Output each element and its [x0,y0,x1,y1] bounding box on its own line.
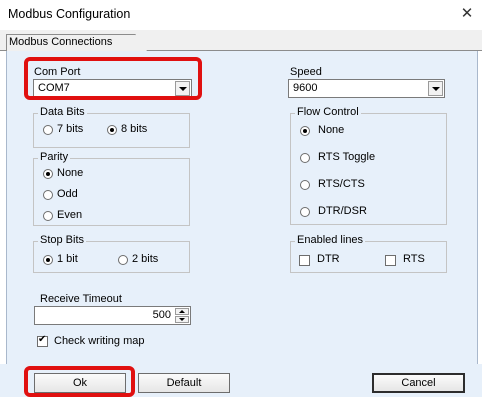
flow-rts-toggle-label: RTS Toggle [318,151,376,163]
flow-dtr-dsr-label: DTR/DSR [318,205,367,217]
flow-rts-toggle-radio[interactable] [300,153,310,163]
stop-bits-title: Stop Bits [38,234,87,246]
data-bits-8-label: 8 bits [121,123,148,135]
default-button[interactable]: Default [138,373,230,393]
check-writing-map-checkbox[interactable] [37,334,48,347]
flow-none-radio[interactable] [300,126,310,136]
window-title: Modbus Configuration [8,7,131,21]
close-icon[interactable]: ✕ [458,5,476,23]
speed-label: Speed [290,66,322,78]
receive-timeout-label: Receive Timeout [40,293,122,305]
data-bits-8-radio[interactable] [107,125,117,135]
receive-timeout-value: 500 [152,309,171,321]
enabled-lines-title: Enabled lines [295,234,366,246]
flow-rts-cts-label: RTS/CTS [318,178,365,190]
flow-none-label: None [318,124,345,136]
spin-down-icon[interactable] [175,316,189,323]
rts-label: RTS [403,253,425,265]
rts-checkbox[interactable] [385,255,396,266]
parity-none-label: None [57,167,84,179]
stop-bits-2-label: 2 bits [132,253,159,265]
spin-up-icon[interactable] [175,308,189,315]
flow-dtr-dsr-radio[interactable] [300,207,310,217]
speed-value: 9600 [293,82,318,94]
com-port-highlight [24,57,202,100]
stop-bits-1-radio[interactable] [43,255,53,265]
parity-odd-label: Odd [57,188,78,200]
flow-control-group [290,113,447,225]
flow-rts-cts-radio[interactable] [300,180,310,190]
parity-odd-radio[interactable] [43,190,53,200]
parity-even-radio[interactable] [43,211,53,221]
ok-button-highlight [24,366,135,397]
parity-even-label: Even [57,209,83,221]
parity-title: Parity [38,151,71,163]
data-bits-7-label: 7 bits [57,123,84,135]
check-writing-map-label: Check writing map [54,335,145,347]
stop-bits-1-label: 1 bit [57,253,78,265]
data-bits-7-radio[interactable] [43,125,53,135]
data-bits-title: Data Bits [38,106,87,118]
flow-control-title: Flow Control [295,106,361,118]
dtr-checkbox[interactable] [299,255,310,266]
receive-timeout-spinner[interactable]: 500 [34,306,191,325]
cancel-button[interactable]: Cancel [372,373,465,393]
dtr-label: DTR [317,253,340,265]
speed-select[interactable]: 9600 [288,79,445,98]
chevron-down-icon[interactable] [428,81,443,96]
stop-bits-2-radio[interactable] [118,255,128,265]
tab-label: Modbus Connections [9,36,113,48]
parity-none-radio[interactable] [43,169,53,179]
